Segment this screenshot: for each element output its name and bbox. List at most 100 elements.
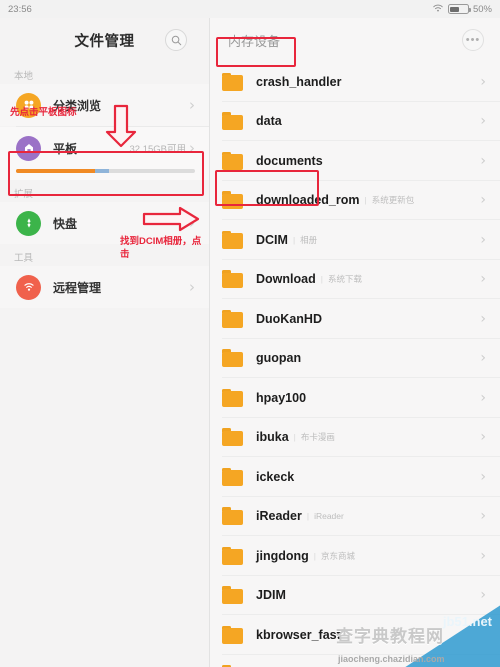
separator: | [292,234,296,245]
file-subtitle: iReader [314,511,344,522]
section-label-extensions: 扩展 [14,189,34,200]
separator: | [306,511,310,522]
sidebar-item-label: 平板 [53,141,78,156]
separator: | [293,432,296,443]
file-name: ickeck [256,469,295,484]
chevron-right-icon: › [480,587,486,604]
folder-icon [222,151,243,170]
sidebar-item-label: 远程管理 [53,280,102,295]
battery-icon [447,4,471,14]
chevron-right-icon: › [480,547,486,564]
list-item[interactable]: ibuka | 布卡漫画 › [210,418,500,457]
separator: | [320,274,323,285]
wifi-icon [432,3,444,16]
chevron-right-icon: › [480,389,486,406]
chevron-right-icon: › [189,277,195,296]
list-item[interactable]: guopan › [210,339,500,378]
chevron-right-icon: › [480,350,486,367]
section-label-local: 本地 [14,71,34,82]
chevron-right-icon: › [189,138,195,157]
chevron-right-icon: › [480,73,486,90]
list-item[interactable]: hpay100 › [210,378,500,418]
file-name: guopan [256,351,302,366]
list-item[interactable]: data › [210,102,500,141]
remote-manage-wifi-icon [16,274,41,300]
chevron-right-icon: › [480,468,486,485]
sidebar-item-label: 快盘 [53,216,78,231]
chevron-right-icon: › [480,508,486,525]
section-label-tools: 工具 [14,253,34,264]
list-item[interactable]: documents › [210,141,500,181]
folder-icon [222,625,243,644]
list-item[interactable]: jingdong | 京东商城 › [210,536,500,576]
list-item[interactable]: kbrowser_fast [210,615,500,655]
sidebar-item-remote-manage[interactable]: 远程管理 › [0,266,209,308]
file-name: ibuka [256,430,289,445]
list-item[interactable]: crash_handler › [210,62,500,102]
more-options-icon[interactable]: ••• [462,29,484,51]
file-list[interactable]: crash_handler › data › documents › downl… [210,62,500,667]
status-time: 23:56 [8,3,32,15]
list-item[interactable]: ickeck › [210,457,500,497]
chevron-right-icon: › [480,231,486,248]
file-name: documents [256,153,323,168]
separator: | [313,550,316,561]
chevron-right-icon: › [480,310,486,327]
file-name: kbrowser_fast [256,627,341,642]
file-name: DuoKanHD [256,311,322,326]
list-item[interactable]: downloaded_rom | 系统更新包 › [210,181,500,220]
tablet-free-space: 32.15GB可用 [129,144,187,155]
main-panes: 文件管理 本地 分类浏览 › 平板 32.15GB可用 › 扩展 快盘 › 工具… [0,18,500,667]
file-name: JDIM [256,588,286,603]
list-item[interactable]: kimagecache [210,655,500,667]
storage-bar-wrap [0,169,209,180]
file-subtitle: 相册 [300,234,318,245]
storage-usage-bar [16,169,195,173]
page-title: 文件管理 [74,33,135,50]
list-item[interactable]: JDIM › [210,576,500,615]
list-item[interactable]: Download | 系统下载 › [210,260,500,299]
tablet-home-icon [16,135,41,161]
folder-icon [222,467,243,486]
list-item[interactable]: iReader | iReader › [210,497,500,536]
list-item[interactable]: DuoKanHD › [210,299,500,339]
folder-icon [222,388,243,407]
category-browse-icon [16,92,41,118]
file-subtitle: 系统更新包 [371,195,415,206]
file-subtitle: 系统下载 [327,274,362,285]
status-bar: 23:56 50% [0,0,500,18]
chevron-right-icon: › [189,95,195,114]
folder-icon [222,507,243,526]
search-icon[interactable] [165,29,187,51]
file-subtitle: 京东商城 [320,550,355,561]
left-sidebar: 文件管理 本地 分类浏览 › 平板 32.15GB可用 › 扩展 快盘 › 工具… [0,18,210,667]
sidebar-item-label: 分类浏览 [53,98,102,113]
file-browser-header: 内存设备 ••• [210,18,500,62]
folder-icon [222,112,243,131]
battery-percent: 50% [472,3,492,15]
chevron-right-icon: › [480,429,486,446]
sidebar-header: 文件管理 [0,18,209,62]
chevron-right-icon: › [189,213,195,232]
sidebar-item-kuaipan[interactable]: 快盘 › [0,202,209,244]
file-name: Download [256,272,316,287]
list-item-dcim[interactable]: DCIM | 相册 › [210,220,500,260]
file-name: crash_handler [256,74,342,89]
file-name: data [256,114,282,129]
folder-icon [222,309,243,328]
file-subtitle: 布卡漫画 [300,432,335,443]
file-name: downloaded_rom [256,193,360,208]
app-screen: 23:56 50% 文件管理 本地 分类浏览 › 平板 32.15GB可用 › … [0,0,500,667]
sidebar-item-category-browse[interactable]: 分类浏览 › [0,84,209,126]
file-name: hpay100 [256,390,307,405]
folder-icon [222,270,243,289]
sidebar-item-tablet[interactable]: 平板 32.15GB可用 › [0,127,209,169]
folder-icon [222,72,243,91]
folder-icon [222,546,243,565]
folder-icon [222,230,243,249]
breadcrumb[interactable]: 内存设备 [220,27,288,54]
chevron-right-icon: › [480,152,486,169]
status-indicators: 50% [432,3,492,16]
file-name: jingdong [256,548,309,563]
kuaipan-icon [16,210,41,236]
